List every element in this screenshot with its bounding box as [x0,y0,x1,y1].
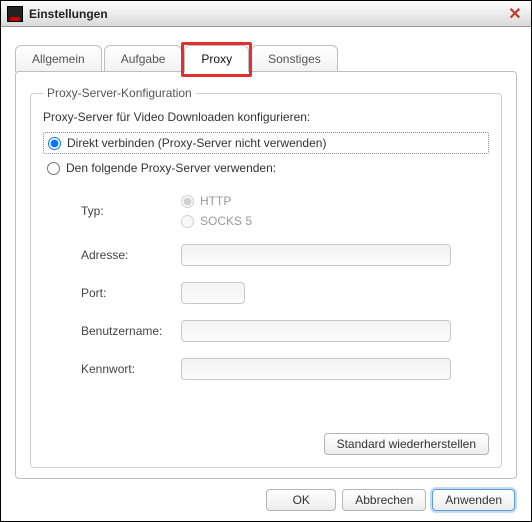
content-area: Allgemein Aufgabe Proxy Sonstiges Proxy-… [1,27,531,521]
radio-useproxy[interactable] [47,162,60,175]
tab-sonstiges[interactable]: Sonstiges [251,45,338,72]
password-input[interactable] [181,358,451,380]
tabs-bar: Allgemein Aufgabe Proxy Sonstiges [15,41,517,71]
restore-defaults-button[interactable]: Standard wiederherstellen [324,433,489,455]
close-icon[interactable]: ✕ [505,4,525,24]
titlebar: Einstellungen ✕ [1,1,531,27]
type-option-http[interactable] [181,195,194,208]
type-option-http-label: HTTP [200,194,231,208]
username-label: Benutzername: [81,324,181,338]
tab-pane-proxy: Proxy-Server-Konfiguration Proxy-Server … [15,71,517,479]
radio-direct[interactable] [48,137,61,150]
type-label: Typ: [81,204,181,218]
type-option-socks5-label: SOCKS 5 [200,214,252,228]
address-label: Adresse: [81,248,181,262]
username-input[interactable] [181,320,451,342]
apply-button[interactable]: Anwenden [432,489,515,511]
port-label: Port: [81,286,181,300]
type-option-socks5-row[interactable]: SOCKS 5 [181,214,489,228]
tab-label: Aufgabe [121,52,166,66]
radio-useproxy-label: Den folgende Proxy-Server verwenden: [66,161,276,175]
address-input[interactable] [181,244,451,266]
tab-allgemein[interactable]: Allgemein [15,45,102,72]
app-icon [7,6,23,22]
groupbox-subtitle: Proxy-Server für Video Downloaden konfig… [43,110,489,124]
password-label: Kennwort: [81,362,181,376]
type-options: HTTP SOCKS 5 [181,194,489,228]
radio-direct-label: Direkt verbinden (Proxy-Server nicht ver… [67,136,326,150]
groupbox-title: Proxy-Server-Konfiguration [43,86,196,100]
tab-label: Sonstiges [268,52,321,66]
radio-direct-row[interactable]: Direkt verbinden (Proxy-Server nicht ver… [43,132,489,154]
tab-label: Allgemein [32,52,85,66]
tab-label: Proxy [201,52,232,66]
port-input[interactable] [181,282,245,304]
proxy-groupbox: Proxy-Server-Konfiguration Proxy-Server … [30,86,502,468]
dialog-footer: OK Abbrechen Anwenden [15,479,517,511]
ok-button[interactable]: OK [266,489,336,511]
window-title: Einstellungen [29,7,505,21]
cancel-button[interactable]: Abbrechen [342,489,426,511]
tab-proxy[interactable]: Proxy [184,45,249,72]
radio-useproxy-row[interactable]: Den folgende Proxy-Server verwenden: [43,158,489,178]
proxy-form: Typ: HTTP SOCKS 5 Adresse: Port: Benutze… [81,194,489,380]
tab-aufgabe[interactable]: Aufgabe [104,45,183,72]
type-option-http-row[interactable]: HTTP [181,194,489,208]
type-option-socks5[interactable] [181,215,194,228]
